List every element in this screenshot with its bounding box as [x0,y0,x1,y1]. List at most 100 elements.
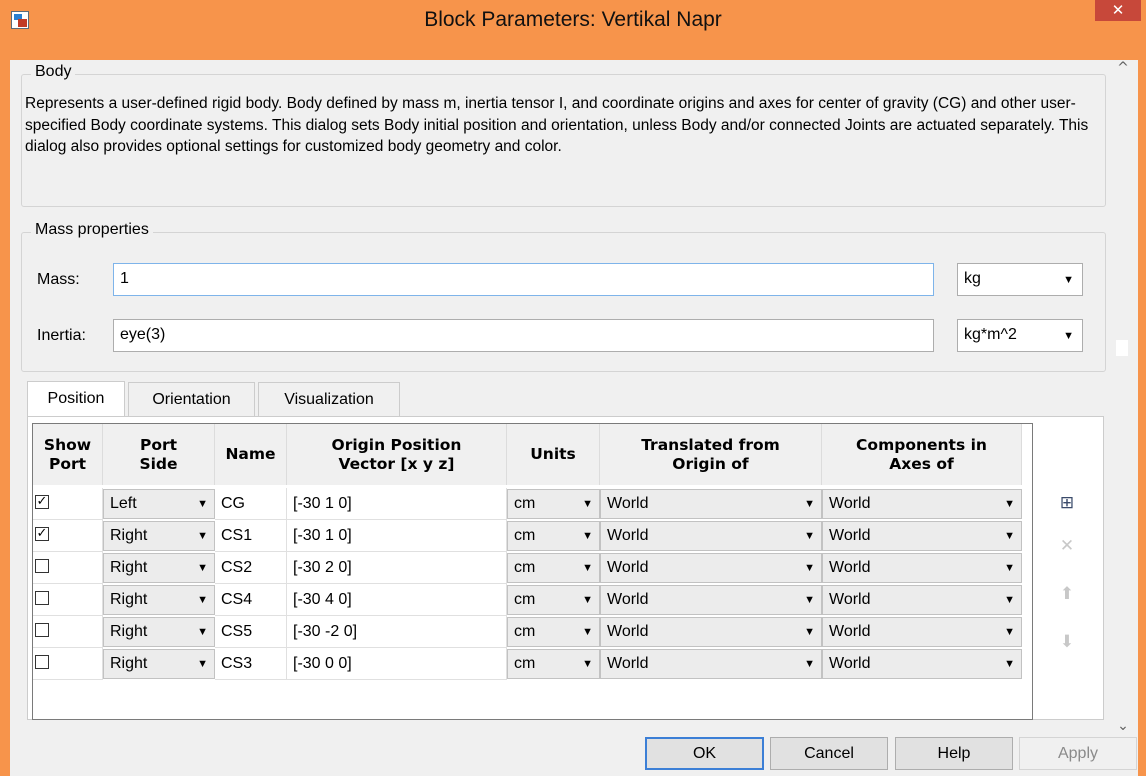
show-port-checkbox[interactable]: ✓ [35,527,49,541]
translated-from-dropdown[interactable]: World ▼ [600,521,822,551]
port-name-cell[interactable]: CS3 [215,648,287,680]
translated-from-dropdown[interactable]: World ▼ [600,585,822,615]
port-name-cell[interactable]: CS1 [215,520,287,552]
column-header-translated-from: Translated from Origin of [600,424,822,485]
port-name-cell[interactable]: CS5 [215,616,287,648]
chevron-down-icon: ▼ [1063,330,1074,342]
units-dropdown[interactable]: cm ▼ [507,489,600,519]
column-header-name: Name [215,424,287,485]
chevron-down-icon: ▼ [804,594,815,606]
chevron-down-icon: ▼ [1063,274,1074,286]
components-in-dropdown[interactable]: World ▼ [822,553,1022,583]
body-group-label: Body [31,63,76,81]
show-port-checkbox[interactable] [35,655,49,669]
move-up-icon[interactable]: ⬆ [1052,579,1082,609]
mass-input[interactable]: 1 [113,263,934,296]
show-port-checkbox[interactable] [35,591,49,605]
window-frame-left [0,60,10,776]
tab-visualization[interactable]: Visualization [258,382,400,416]
translated-from-dropdown[interactable]: World ▼ [600,617,822,647]
chevron-down-icon: ▼ [582,658,593,670]
origin-vector-cell[interactable]: [-30 -2 0] [287,616,507,648]
components-in-dropdown[interactable]: World ▼ [822,521,1022,551]
units-dropdown[interactable]: cm ▼ [507,521,600,551]
components-in-dropdown[interactable]: World ▼ [822,649,1022,679]
apply-button[interactable]: Apply [1019,737,1137,770]
move-down-icon[interactable]: ⬇ [1052,627,1082,657]
column-header-origin-vector: Origin Position Vector [x y z] [287,424,507,485]
chevron-down-icon: ▼ [582,562,593,574]
tab-position[interactable]: Position [27,381,125,417]
port-side-dropdown[interactable]: Right ▼ [103,553,215,583]
table-row: Right ▼ CS5 [-30 -2 0] cm ▼ World ▼ World ▼ [33,616,1022,648]
origin-vector-cell[interactable]: [-30 1 0] [287,520,507,552]
show-port-checkbox[interactable]: ✓ [35,495,49,509]
chevron-down-icon: ▼ [582,594,593,606]
chevron-down-icon: ▼ [804,658,815,670]
port-side-dropdown[interactable]: Right ▼ [103,521,215,551]
inertia-unit-value: kg*m^2 [964,326,1017,343]
chevron-down-icon: ▼ [1004,530,1015,542]
units-dropdown[interactable]: cm ▼ [507,585,600,615]
origin-vector-cell[interactable]: [-30 1 0] [287,488,507,520]
mass-unit-dropdown[interactable]: kg ▼ [957,263,1083,296]
components-in-dropdown[interactable]: World ▼ [822,489,1022,519]
port-name-cell[interactable]: CG [215,488,287,520]
inertia-input[interactable]: eye(3) [113,319,934,352]
show-port-checkbox[interactable] [35,559,49,573]
table-row: Right ▼ CS2 [-30 2 0] cm ▼ World ▼ World ▼ [33,552,1022,584]
scroll-down-icon[interactable]: ⌄ [1108,718,1138,734]
units-dropdown[interactable]: cm ▼ [507,617,600,647]
show-port-cell: ✓ [33,488,103,520]
translated-from-dropdown[interactable]: World ▼ [600,489,822,519]
window-title: Block Parameters: Vertikal Napr [424,8,722,31]
chevron-down-icon: ▼ [804,498,815,510]
port-name-cell[interactable]: CS4 [215,584,287,616]
port-side-dropdown[interactable]: Right ▼ [103,585,215,615]
port-side-dropdown[interactable]: Left ▼ [103,489,215,519]
tab-orientation[interactable]: Orientation [128,382,255,416]
table-row: ✓ Right ▼ CS1 [-30 1 0] cm ▼ World ▼ World ▼ [33,520,1022,552]
chevron-down-icon: ▼ [1004,658,1015,670]
table-row: ✓ Left ▼ CG [-30 1 0] cm ▼ World ▼ World ▼ [33,488,1022,520]
body-description: Represents a user-defined rigid body. Bo… [25,95,1089,155]
origin-vector-cell[interactable]: [-30 2 0] [287,552,507,584]
chevron-down-icon: ▼ [1004,562,1015,574]
translated-from-dropdown[interactable]: World ▼ [600,553,822,583]
port-name-cell[interactable]: CS2 [215,552,287,584]
ok-button[interactable]: OK [645,737,764,770]
port-side-dropdown[interactable]: Right ▼ [103,649,215,679]
inertia-unit-dropdown[interactable]: kg*m^2 ▼ [957,319,1083,352]
components-in-dropdown[interactable]: World ▼ [822,617,1022,647]
origin-vector-cell[interactable]: [-30 0 0] [287,648,507,680]
chevron-down-icon: ▼ [582,498,593,510]
mass-label: Mass: [37,271,80,288]
vertical-scrollbar[interactable]: ^ ⌄ [1108,60,1138,736]
table-row: Right ▼ CS3 [-30 0 0] cm ▼ World ▼ World ▼ [33,648,1022,680]
chevron-down-icon: ▼ [197,658,208,670]
units-dropdown[interactable]: cm ▼ [507,649,600,679]
scroll-thumb[interactable] [1116,340,1128,356]
chevron-down-icon: ▼ [1004,594,1015,606]
close-button[interactable]: ✕ [1095,0,1141,21]
translated-from-dropdown[interactable]: World ▼ [600,649,822,679]
show-port-cell [33,584,103,616]
chevron-down-icon: ▼ [804,626,815,638]
origin-vector-cell[interactable]: [-30 4 0] [287,584,507,616]
show-port-cell [33,552,103,584]
scroll-up-icon[interactable]: ^ [1108,60,1138,76]
cancel-button[interactable]: Cancel [770,737,888,770]
show-port-cell: ✓ [33,520,103,552]
chevron-down-icon: ▼ [197,498,208,510]
help-button[interactable]: Help [895,737,1013,770]
mass-properties-label: Mass properties [31,221,153,239]
show-port-checkbox[interactable] [35,623,49,637]
delete-row-icon[interactable]: ✕ [1052,531,1082,561]
units-dropdown[interactable]: cm ▼ [507,553,600,583]
chevron-down-icon: ▼ [582,530,593,542]
add-row-icon[interactable]: ⊞ [1052,488,1082,518]
window-frame-right [1138,60,1146,776]
show-port-cell [33,648,103,680]
port-side-dropdown[interactable]: Right ▼ [103,617,215,647]
components-in-dropdown[interactable]: World ▼ [822,585,1022,615]
